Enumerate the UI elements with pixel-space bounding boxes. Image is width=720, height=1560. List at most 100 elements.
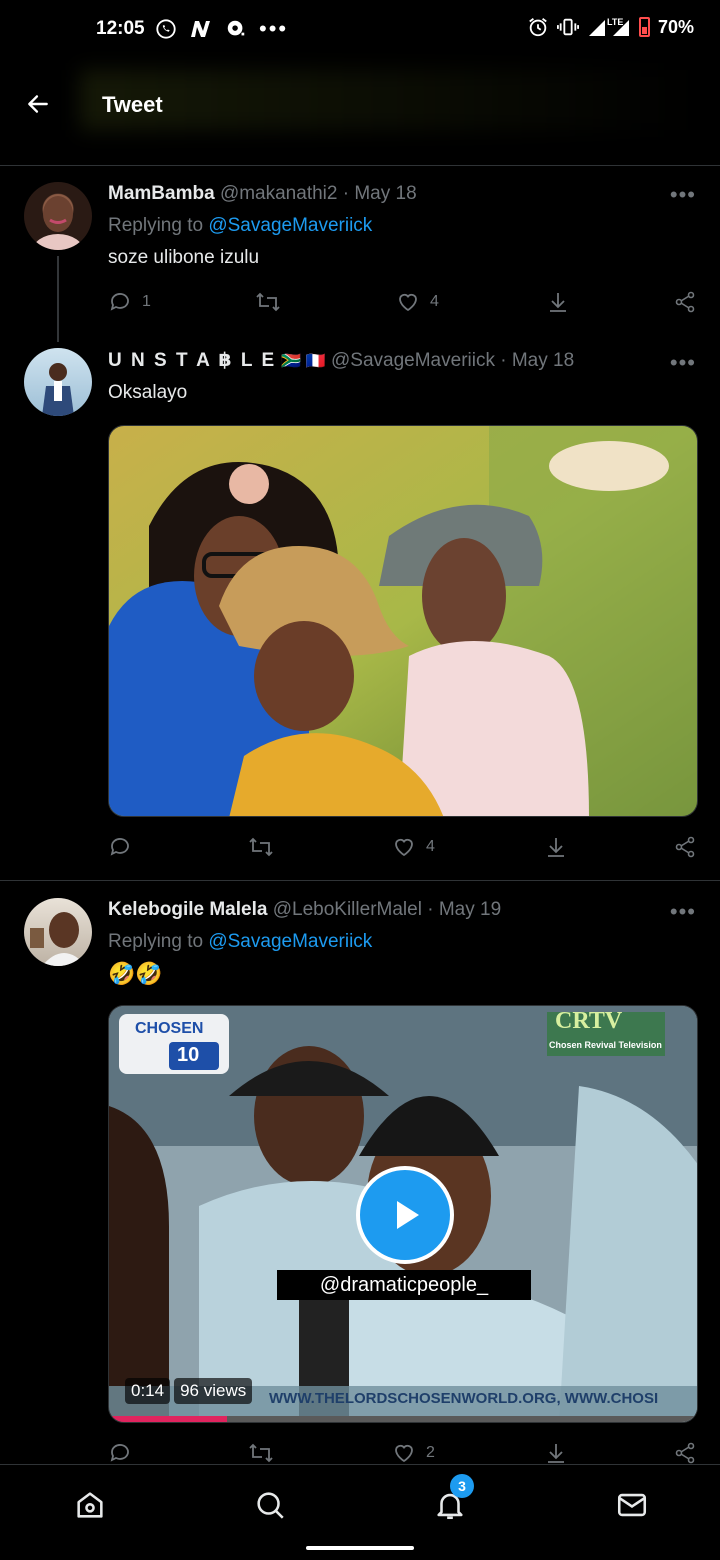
reply-icon [110, 1444, 129, 1462]
status-icons-right: LTE 70% [527, 16, 694, 38]
heart-icon [395, 838, 413, 857]
search-icon [257, 1492, 284, 1519]
tweet-date: · May 18 [500, 350, 575, 371]
tweet-mambamba[interactable]: MamBamba @makanathi2 · May 18 ••• Replyi… [0, 166, 720, 346]
logo-number: 10 [177, 1044, 200, 1066]
tweet-date: · May 19 [427, 899, 502, 920]
tweet-text: soze ulibone izulu [108, 247, 260, 268]
battery-level: 70% [657, 16, 694, 37]
tweet-video[interactable]: CHOSEN 10 CRTV Chosen Revival Television… [108, 1005, 698, 1423]
like-button[interactable]: 2 [392, 1441, 435, 1464]
tweet-header: Kelebogile Malela @LeboKillerMalel · May… [108, 899, 501, 921]
svg-text:LTE: LTE [607, 17, 623, 27]
like-button[interactable]: 4 [396, 290, 439, 314]
channel-subtitle: Chosen Revival Television [549, 1040, 662, 1050]
replying-to: Replying to @SavageMaveriick [108, 931, 372, 953]
replying-prefix: Replying to [108, 215, 209, 236]
retweet-button[interactable] [248, 1441, 284, 1464]
handle[interactable]: @makanathi2 [220, 183, 338, 204]
share-button[interactable] [673, 835, 697, 859]
retweet-button[interactable] [248, 835, 284, 859]
like-count: 4 [426, 838, 435, 855]
display-name[interactable]: Kelebogile Malela [108, 899, 267, 920]
home-icon [77, 1492, 103, 1518]
download-button[interactable] [544, 835, 568, 859]
avatar[interactable] [24, 182, 92, 250]
display-name[interactable]: MamBamba [108, 183, 215, 204]
share-button[interactable] [673, 290, 697, 314]
status-bar: 12:05 ••• LTE 70% [0, 0, 720, 60]
tweet-text: 🤣🤣 [108, 961, 163, 986]
messages-icon [617, 1493, 647, 1517]
status-icons-left: ••• [155, 16, 288, 42]
reply-button[interactable]: 1 [108, 290, 151, 314]
whatsapp-icon [156, 19, 176, 39]
video-stats: 0:14 96 views [125, 1378, 253, 1404]
download-icon [548, 1444, 564, 1463]
tweet-savagemaveriick[interactable]: U N S T A ฿ L E 🇿🇦 🇫🇷 @SavageMaveriick ·… [0, 346, 720, 880]
video-views: 96 views [174, 1378, 253, 1404]
video-watermark: @dramaticpeople_ [277, 1270, 531, 1300]
more-options-icon[interactable]: ••• [670, 182, 696, 208]
more-options-icon[interactable]: ••• [670, 350, 696, 376]
reply-button[interactable] [108, 835, 142, 859]
nav-search[interactable] [250, 1485, 290, 1525]
reply-icon [110, 293, 129, 311]
tweet-date: · May 18 [342, 183, 417, 204]
signal-icon: LTE [588, 17, 629, 36]
replying-to-link[interactable]: @SavageMaveriick [208, 931, 372, 952]
tweet-actions: 4 [108, 835, 698, 865]
download-icon [548, 838, 564, 857]
tweet-actions: 2 [108, 1441, 698, 1464]
download-button[interactable] [546, 290, 570, 314]
tweet-actions: 1 4 [108, 290, 698, 320]
avatar[interactable] [24, 898, 92, 966]
n-app-icon [191, 21, 210, 37]
play-button[interactable] [356, 1166, 454, 1264]
tweet-kelebogile[interactable]: Kelebogile Malela @LeboKillerMalel · May… [0, 881, 720, 1464]
page-title: Tweet [102, 92, 163, 117]
battery-icon [638, 17, 650, 37]
display-name[interactable]: U N S T A ฿ L E [108, 350, 276, 371]
photo-women-reaction [109, 426, 697, 816]
nav-home[interactable] [70, 1485, 110, 1525]
header-blur-backdrop [80, 70, 700, 130]
handle[interactable]: @LeboKillerMalel [273, 899, 422, 920]
avatar[interactable] [24, 348, 92, 416]
like-count: 4 [430, 293, 439, 310]
thread-line [57, 256, 59, 342]
reply-button[interactable] [108, 1441, 142, 1464]
replying-to: Replying to @SavageMaveriick [108, 215, 372, 237]
video-ticker: WWW.THELORDSCHOSENWORLD.ORG, WWW.CHOSI [269, 1390, 659, 1407]
reply-count: 1 [142, 293, 151, 310]
retweet-button[interactable] [255, 290, 291, 314]
share-icon [675, 291, 695, 313]
chat-icon [227, 20, 245, 36]
name-flags: 🇿🇦 🇫🇷 [281, 353, 326, 370]
handle[interactable]: @SavageMaveriick [331, 350, 495, 371]
tweet-header: U N S T A ฿ L E 🇿🇦 🇫🇷 @SavageMaveriick ·… [108, 349, 574, 372]
notification-badge: 3 [450, 1474, 474, 1498]
share-icon [675, 1442, 695, 1464]
heart-icon [399, 293, 417, 312]
more-options-icon[interactable]: ••• [670, 899, 696, 925]
like-button[interactable]: 4 [392, 835, 435, 859]
video-progress-fill [109, 1416, 227, 1422]
top-app-bar: Tweet [0, 62, 720, 166]
back-button[interactable] [22, 88, 54, 120]
retweet-icon [256, 292, 280, 312]
download-button[interactable] [544, 1441, 568, 1464]
status-time: 12:05 [96, 18, 145, 39]
arrow-left-icon [28, 95, 48, 113]
retweet-icon [249, 837, 273, 857]
play-icon [397, 1201, 419, 1229]
home-indicator[interactable] [306, 1546, 414, 1550]
share-button[interactable] [673, 1441, 697, 1464]
tweet-image[interactable] [108, 425, 698, 817]
replying-to-link[interactable]: @SavageMaveriick [208, 215, 372, 236]
replying-prefix: Replying to [108, 931, 209, 952]
nav-messages[interactable] [612, 1485, 652, 1525]
like-count: 2 [426, 1444, 435, 1461]
tweet-text: Oksalayo [108, 382, 188, 403]
vibrate-icon [556, 18, 579, 36]
